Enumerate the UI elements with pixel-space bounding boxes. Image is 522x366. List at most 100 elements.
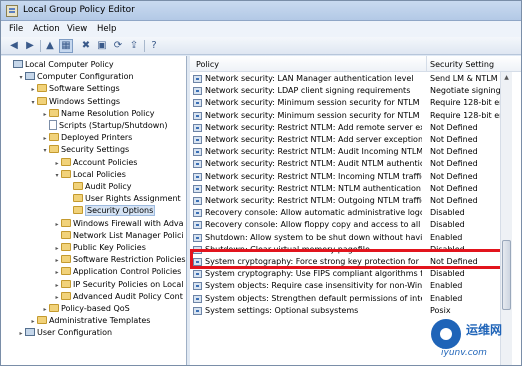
policy-row[interactable]: Network security: Restrict NTLM: Incomin… [190, 171, 500, 183]
expander-icon[interactable]: ▸ [53, 267, 61, 279]
back-icon[interactable]: ◀ [7, 39, 21, 53]
tree-node[interactable]: ▸ Policy-based QoS [41, 303, 130, 315]
highlight-box [190, 249, 503, 269]
tree-node[interactable]: Security Options [65, 205, 156, 217]
menu-view[interactable]: View [67, 24, 87, 34]
policy-name: Shutdown: Allow system to be shut down w… [205, 232, 422, 242]
tree-node[interactable]: ▸ Name Resolution Policy [41, 108, 155, 120]
refresh-icon[interactable]: ⟳ [111, 39, 125, 53]
tree-node[interactable]: ▾ Windows Settings [29, 96, 120, 108]
tree-node[interactable]: ▸ Administrative Templates [29, 315, 150, 327]
policy-row[interactable]: Shutdown: Allow system to be shut down w… [190, 232, 500, 244]
tree-node[interactable]: ▸ Account Policies [53, 157, 137, 169]
policy-row[interactable]: Network security: Restrict NTLM: Add rem… [190, 122, 500, 134]
column-header-policy[interactable]: Policy [196, 60, 219, 69]
policy-row[interactable]: Network security: Restrict NTLM: Outgoin… [190, 195, 500, 207]
column-header-security-setting[interactable]: Security Setting [430, 60, 494, 69]
folder-icon [61, 279, 71, 288]
folder-icon [61, 169, 71, 178]
folder-icon [49, 133, 59, 142]
policy-row[interactable]: System objects: Require case insensitivi… [190, 280, 500, 292]
tree-node[interactable]: Audit Policy [65, 181, 132, 193]
expander-icon[interactable]: ▸ [53, 255, 61, 267]
delete-icon[interactable]: ✖ [79, 39, 93, 53]
expander-icon[interactable]: ▸ [53, 280, 61, 292]
security-setting-value: Not Defined [430, 171, 478, 181]
expander-icon[interactable]: ▾ [29, 97, 37, 109]
policy-name: Network security: Restrict NTLM: Add rem… [205, 122, 422, 132]
policy-row[interactable]: Recovery console: Allow floppy copy and … [190, 219, 500, 231]
tree-node[interactable]: ▸ Windows Firewall with Adva [53, 218, 184, 230]
export-icon[interactable]: ⇪ [127, 39, 141, 53]
policy-row[interactable]: Network security: Restrict NTLM: Audit I… [190, 146, 500, 158]
expander-icon[interactable]: ▸ [41, 109, 49, 121]
policy-row[interactable]: Network security: LAN Manager authentica… [190, 73, 500, 85]
policy-row[interactable]: Recovery console: Allow automatic admini… [190, 207, 500, 219]
tree-node-label: Software Settings [49, 84, 120, 94]
policy-name: Network security: LDAP client signing re… [205, 86, 411, 96]
policy-icon [193, 306, 202, 315]
expander-icon[interactable]: ▸ [17, 328, 25, 340]
tree-node-label: User Rights Assignment [85, 194, 181, 204]
app-window: Local Group Policy Editor File Action Vi… [0, 0, 522, 366]
forward-icon[interactable]: ▶ [23, 39, 37, 53]
expander-icon[interactable]: ▸ [41, 133, 49, 145]
policy-row[interactable]: System objects: Strengthen default permi… [190, 293, 500, 305]
tree-node[interactable]: ▸ Application Control Policies [53, 266, 181, 278]
policy-name: System cryptography: Use FIPS compliant … [205, 269, 422, 279]
policy-name: System objects: Strengthen default permi… [205, 293, 422, 303]
policy-row[interactable]: Network security: Minimum session securi… [190, 97, 500, 109]
expander-icon[interactable]: ▾ [17, 72, 25, 84]
folder-icon [37, 316, 47, 325]
tree-node[interactable]: User Rights Assignment [65, 193, 181, 205]
policy-icon [193, 123, 202, 132]
expander-icon[interactable]: ▸ [53, 243, 61, 255]
tree-node[interactable]: ▾ Local Policies [53, 169, 126, 181]
expander-icon[interactable]: ▸ [41, 304, 49, 316]
menu-bar: File Action View Help [1, 21, 521, 37]
scroll-up-icon[interactable]: ▲ [501, 72, 512, 83]
policy-row[interactable]: Network security: Restrict NTLM: Audit N… [190, 158, 500, 170]
expander-icon[interactable]: ▸ [29, 84, 37, 96]
expander-icon[interactable]: ▸ [53, 158, 61, 170]
up-folder-icon[interactable]: ▲ [43, 39, 57, 53]
show-hide-tree-icon[interactable]: ▦ [59, 39, 73, 53]
policy-row[interactable]: System cryptography: Use FIPS compliant … [190, 268, 500, 280]
policy-list: Policy Security Setting Network security… [190, 56, 521, 365]
tree-node[interactable]: ▾ Computer Configuration [17, 71, 134, 83]
tree-node[interactable]: Network List Manager Polici [53, 230, 184, 242]
expander-icon[interactable]: ▸ [53, 292, 61, 304]
expander-icon[interactable]: ▸ [53, 219, 61, 231]
properties-icon[interactable]: ▣ [95, 39, 109, 53]
folder-icon [73, 206, 83, 215]
menu-file[interactable]: File [9, 24, 23, 34]
tree-node[interactable]: ▸ Advanced Audit Policy Cont [53, 291, 183, 303]
policy-icon [193, 111, 202, 120]
tree-node[interactable]: ▸ Deployed Printers [41, 132, 132, 144]
scroll-thumb[interactable] [502, 240, 511, 310]
help-icon[interactable]: ? [147, 39, 161, 53]
expander-icon[interactable]: ▾ [41, 145, 49, 157]
tree-node[interactable]: ▸ Software Settings [29, 83, 120, 95]
policy-row[interactable]: Network security: Restrict NTLM: Add ser… [190, 134, 500, 146]
tree-node[interactable]: ▸ User Configuration [17, 327, 112, 339]
policy-row[interactable]: System settings: Optional subsystems Posi… [190, 305, 500, 317]
policy-row[interactable]: Network security: LDAP client signing re… [190, 85, 500, 97]
menu-action[interactable]: Action [33, 24, 60, 34]
menu-help[interactable]: Help [97, 24, 116, 34]
tree-node[interactable]: ▸ IP Security Policies on Local [53, 279, 184, 291]
policy-row[interactable]: Network security: Minimum session securi… [190, 110, 500, 122]
expander-icon[interactable]: ▾ [53, 170, 61, 182]
policy-name: Network security: Restrict NTLM: Outgoin… [205, 196, 422, 205]
tree-node[interactable]: ▾ Security Settings [41, 144, 129, 156]
column-divider[interactable] [426, 56, 427, 72]
tree-node-label: Windows Settings [49, 96, 121, 106]
tree-node[interactable]: Local Computer Policy [5, 59, 114, 71]
tree-node-label: Network List Manager Polici [73, 230, 184, 240]
tree-node[interactable]: ▸ Public Key Policies [53, 242, 146, 254]
security-setting-value: Enabled [430, 281, 463, 291]
tree-node[interactable]: ▸ Software Restriction Policies [53, 254, 186, 266]
policy-row[interactable]: Network security: Restrict NTLM: NTLM au… [190, 183, 500, 195]
expander-icon[interactable]: ▸ [29, 316, 37, 328]
tree-node[interactable]: Scripts (Startup/Shutdown) [41, 120, 167, 132]
